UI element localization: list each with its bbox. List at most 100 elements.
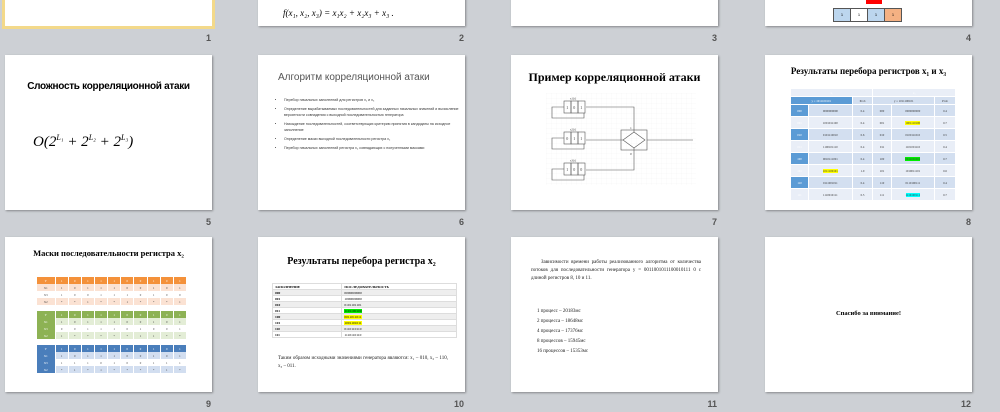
mask-cell: 1 (107, 345, 122, 352)
mask-cell: * (120, 332, 135, 339)
header-cell: Prob (934, 96, 956, 105)
mask-cell: 1 (147, 318, 161, 325)
table-row: 000 0000000000 0.4 000 0000000000 0.4 (789, 104, 956, 117)
mask-cell: 0 (160, 345, 174, 352)
timing-item: 16 процессов – 15353мс (537, 349, 589, 354)
cell-value: 100 (879, 156, 885, 161)
table-cell: 1001110100 (890, 116, 936, 129)
slide-thumbnail-11[interactable]: Зависимости времени работы реализованног… (511, 237, 718, 392)
mask-cell: 1 (107, 291, 122, 298)
mask-cell: 0 (160, 325, 174, 332)
cell-value: 000 (879, 108, 885, 113)
mask-cell: 0 (133, 345, 148, 352)
mask-cell: 0 (160, 311, 174, 318)
cell-value: 011 (797, 144, 802, 149)
mask-cell: 1 (160, 359, 174, 366)
slide-thumbnail-2[interactable]: f(x₁, x₂, x₃) = x₁x₂ + x₂x₃ + x₃ . (258, 0, 465, 26)
mask-cell: X2 (37, 332, 56, 339)
mask-cell: 0 (160, 284, 174, 291)
table-cell: 110 (789, 176, 810, 189)
slide-thumbnail-10[interactable]: Результаты перебора регистра x₂ ЗАПОЛНЕН… (258, 237, 465, 392)
table-cell: 0.4 (934, 140, 956, 153)
slide-thumbnail-5[interactable]: Сложность корреляционной атаки O(2L₁ + 2… (5, 55, 212, 210)
mask-cell: * (133, 298, 148, 305)
bit-cell: 1 (850, 8, 868, 22)
cell-value: 0.4 (860, 180, 865, 185)
timing-item: 8 процессов – 15945мс (537, 339, 586, 344)
mask-cell: 0 (120, 277, 135, 284)
register-bit: 0 (573, 167, 575, 172)
table-cell: 0.4 (851, 176, 874, 189)
table-cell: 0.5 (851, 188, 874, 201)
cell-value: 110 (797, 180, 802, 185)
intro-text: Зависимости времени работы реализованног… (531, 260, 701, 281)
slide-title: Сложность корреляционной атаки (27, 81, 190, 92)
table-row: 001 1001011100 0.4 001 1001110100 0.7 (789, 116, 956, 129)
mask-cell: 1 (173, 298, 188, 305)
table-cell: 0.5 (934, 128, 956, 141)
slide-thumbnail-8[interactable]: Результаты перебора регистров x₁ и x₃ x₁… (765, 55, 972, 210)
cell-value: 0010111001 (822, 156, 838, 161)
slide-thumbnail-1[interactable] (2, 0, 215, 29)
table-cell: 1101001110 (890, 140, 936, 153)
register-bit: 0 (580, 167, 582, 172)
cell-value: 010 (879, 132, 885, 137)
mask-cell: 1 (147, 311, 161, 318)
table-row: 100 0010111001 0.4 100 0011101001 0.7 (789, 152, 956, 165)
timing-list: 1 процесс – 20183мс 2 процесса – 18648мс… (537, 307, 588, 357)
table-row: 111 1110110110 (271, 331, 457, 338)
mask-cell: 1 (120, 298, 135, 305)
table-row: 011 1100101110 0.4 011 1101001110 0.4 (789, 140, 956, 153)
table-cell: 0100111010 (890, 128, 936, 141)
mask-cell: 0 (160, 277, 174, 284)
slide-thumbnail-12[interactable]: Спасибо за внимание! (765, 237, 972, 392)
slide-number: 12 (960, 399, 971, 409)
mask-table: Y 1 0 1 1 1 0 0 1 0 1 X1 1 0 1 1 1 0 0 1 0 1 X3 1 1 1 0 1 0 0 1 1 1 X2 * 1 *… (37, 345, 188, 373)
mask-cell: X1 (37, 352, 56, 359)
table-cell: 0.4 (851, 116, 874, 129)
mask-cell: 1 (94, 318, 109, 325)
register-bit: 1 (573, 136, 575, 141)
slide-thumbnail-3[interactable] (511, 0, 718, 26)
mask-cell: 1 (160, 366, 174, 373)
table-cell: 011 (789, 140, 810, 153)
register-table: ЗАПОЛНЕНИЕ ПОСЛЕДОВАТЕЛЬНОСТЬ 000 00000000… (271, 283, 457, 338)
table-cell: 111 (789, 188, 810, 201)
mask-cell: 0 (133, 284, 148, 291)
mask-row: Y1011100101 (37, 345, 188, 352)
mask-cell: 0 (81, 291, 95, 298)
mask-cell: 1 (173, 318, 188, 325)
cell-value: 1001011100 (822, 120, 838, 125)
cell-value: 1110010111 (823, 192, 838, 197)
mask-cell: 1 (81, 311, 95, 318)
mask-cell: 1 (133, 325, 148, 332)
cell-value: 0111001011 (822, 180, 838, 185)
mask-cell: 0 (68, 277, 82, 284)
mask-cell: 1 (147, 284, 161, 291)
cell-value: 0011011011 (344, 314, 362, 319)
mask-cell: 1 (173, 352, 188, 359)
cell-value: 1110100111 (905, 192, 921, 197)
mask-cell: 1 (81, 277, 95, 284)
cell-value: 0.4 (943, 180, 947, 185)
slide-number: 7 (711, 217, 717, 227)
bullet-item: Определение вырабатываемых последователь… (284, 106, 459, 118)
table-cell: 100 (872, 152, 892, 165)
mask-cell: * (160, 298, 174, 305)
mask-cell: X3 (37, 359, 56, 366)
mask-cell: 1 (147, 332, 161, 339)
slide-thumbnail-9[interactable]: Маски последовательности регистра x₂ Y10… (5, 237, 212, 392)
mask-cell: 0 (120, 352, 135, 359)
bit-cell: 1 (833, 8, 851, 22)
mask-cell: 0 (133, 277, 148, 284)
slide-thumbnail-7[interactable]: Пример корреляционной атаки 1 0 1 x1(t) 0 1 1 x… (511, 55, 718, 210)
slide-thumbnail-6[interactable]: Алгоритм корреляционной атаки Перебор на… (258, 55, 465, 210)
cell-value: 001 (879, 120, 885, 125)
table-cell: 1110100111 (890, 188, 936, 201)
mask-cell: 1 (81, 345, 95, 352)
slide-thumbnail-4[interactable]: 1111 (765, 0, 972, 26)
register-bit: 0 (566, 136, 568, 141)
mask-cell: 1 (94, 284, 109, 291)
mask-cell: 0 (133, 291, 148, 298)
mask-cell: 0 (120, 311, 135, 318)
